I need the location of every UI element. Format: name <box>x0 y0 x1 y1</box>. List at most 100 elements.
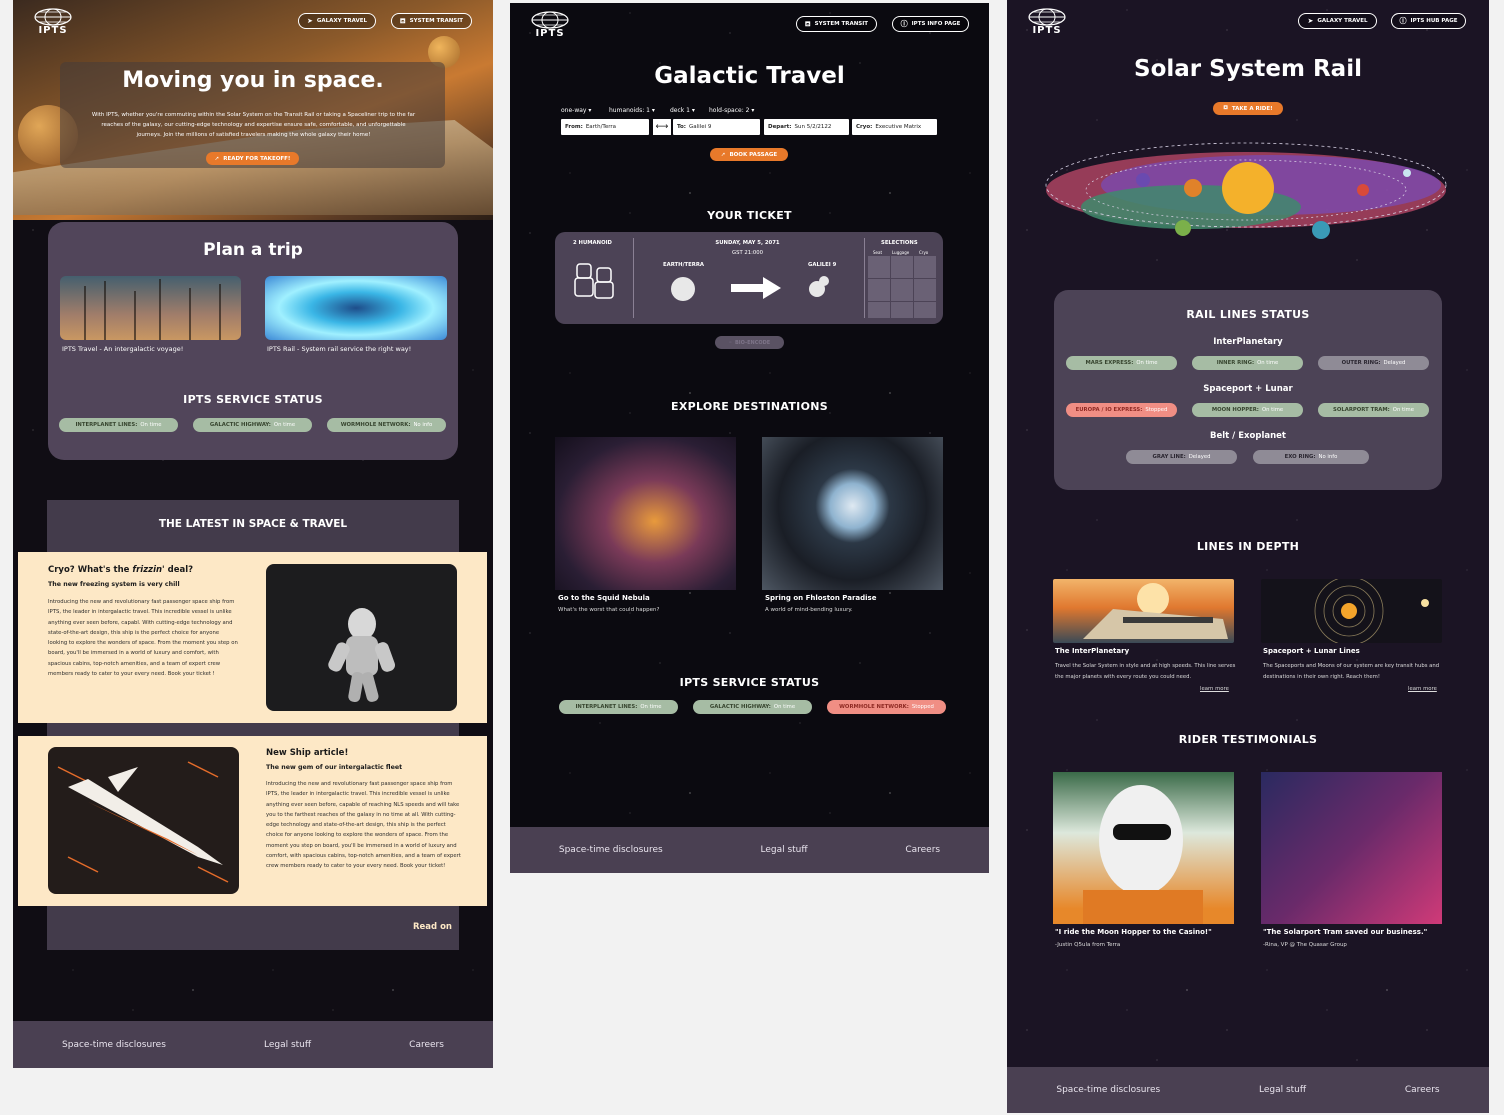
status-interplanet-lines: INTERPLANET LINES: On time <box>59 418 178 432</box>
travel-caption[interactable]: IPTS Travel - An intergalactic voyage! <box>62 345 183 353</box>
footer-link-careers[interactable]: Careers <box>905 845 940 855</box>
spaceport-lunar-image[interactable] <box>1261 579 1442 643</box>
empty-cell[interactable] <box>914 256 936 278</box>
travel-thumbnail[interactable] <box>60 276 241 340</box>
status-interplanet-lines: INTERPLANET LINES: On time <box>559 700 678 714</box>
read-on-link[interactable]: Read on <box>413 922 452 932</box>
rocket-icon: ➚ <box>214 155 220 162</box>
luggage-icon[interactable] <box>891 279 913 301</box>
footer-link-disclosures[interactable]: Space-time disclosures <box>559 845 663 855</box>
status-value: On time <box>1136 360 1158 366</box>
panel-home: IPTS ➤ GALAXY TRAVEL ⛾ SYSTEM TRANSIT Mo… <box>13 0 493 1068</box>
status-inner-ring: INNER RING: On time <box>1192 356 1303 370</box>
testimonials-title: RIDER TESTIMONIALS <box>1178 733 1318 746</box>
status-name: EXO RING: <box>1284 454 1316 460</box>
nav-galaxy-travel[interactable]: ➤ GALAXY TRAVEL <box>298 13 376 29</box>
bio-encode-button[interactable]: ◦ BIO-ENCODE <box>715 336 784 349</box>
to-field[interactable]: To: Galilei 9 <box>673 119 760 135</box>
footer-link-disclosures[interactable]: Space-time disclosures <box>62 1040 166 1050</box>
book-passage-button[interactable]: ➚ BOOK PASSAGE <box>710 148 788 161</box>
nav-galaxy-travel[interactable]: ➤ GALAXY TRAVEL <box>1298 13 1377 29</box>
interplanetary-image[interactable] <box>1053 579 1234 643</box>
ship-image <box>48 747 239 894</box>
nav-system-transit[interactable]: ⛾ SYSTEM TRANSIT <box>391 13 472 29</box>
learn-more-link[interactable]: learn more <box>1200 686 1229 692</box>
logo-text: IPTS <box>535 28 565 39</box>
train-illustration <box>1083 583 1228 639</box>
ready-for-takeoff-button[interactable]: ➚ READY FOR TAKEOFF! <box>206 152 299 165</box>
status-value: No info <box>413 422 433 428</box>
cryo-field[interactable]: Cryo: Executive Matrix <box>852 119 937 135</box>
article-title: Cryo? What's the frizzin' deal? <box>48 565 193 575</box>
plan-trip-card: Plan a trip IPTS Travel - An intergalact… <box>48 222 458 460</box>
ticket-date: SUNDAY, MAY 5, 2071 <box>715 240 780 246</box>
depart-field[interactable]: Depart: Sun 5/2/2122 <box>764 119 849 135</box>
nav-info-page[interactable]: ⓘ IPTS INFO PAGE <box>892 16 969 32</box>
status-name: EUROPA / IO EXPRESS: <box>1075 407 1143 413</box>
article-cryo[interactable]: Cryo? What's the frizzin' deal? The new … <box>18 552 487 723</box>
squid-nebula-image[interactable] <box>555 437 736 590</box>
testimonial-photo-1 <box>1053 772 1234 924</box>
humanoid-count: 2 HUMANOID <box>573 240 612 246</box>
ipts-logo[interactable]: IPTS <box>33 8 73 36</box>
take-a-ride-button[interactable]: ⛾ TAKE A RIDE! <box>1213 102 1283 115</box>
depth-title[interactable]: Spaceport + Lunar Lines <box>1263 647 1360 655</box>
status-name: MOON HOPPER: <box>1211 407 1259 413</box>
nav-system-transit[interactable]: ⛾ SYSTEM TRANSIT <box>796 16 877 32</box>
status-mars-express: MARS EXPRESS: On time <box>1066 356 1177 370</box>
rail-thumbnail[interactable] <box>265 276 447 340</box>
deck-dropdown[interactable]: deck 1 ▾ <box>670 107 695 114</box>
ipts-logo[interactable]: IPTS <box>1027 8 1067 36</box>
selections-label: SELECTIONS <box>881 240 918 246</box>
footer-link-legal[interactable]: Legal stuff <box>1259 1085 1306 1095</box>
nav-label: IPTS INFO PAGE <box>911 21 961 27</box>
footer-link-careers[interactable]: Careers <box>409 1040 444 1050</box>
footer-link-disclosures[interactable]: Space-time disclosures <box>1056 1085 1160 1095</box>
footer-link-careers[interactable]: Careers <box>1405 1085 1440 1095</box>
ipts-logo[interactable]: IPTS <box>530 11 570 39</box>
button-label: BOOK PASSAGE <box>729 151 778 158</box>
depth-body: Travel the Solar System in style and at … <box>1055 663 1236 680</box>
panel-solar-rail: IPTS ➤ GALAXY TRAVEL ⓘ IPTS HUB PAGE Sol… <box>1007 0 1489 1113</box>
empty-cell[interactable] <box>891 302 913 318</box>
button-label: READY FOR TAKEOFF! <box>223 155 291 162</box>
humanoids-icon <box>574 263 614 299</box>
dest-title[interactable]: Go to the Squid Nebula <box>558 594 650 602</box>
humanoids-dropdown[interactable]: humanoids: 1 ▾ <box>609 107 655 114</box>
rail-caption[interactable]: IPTS Rail - System rail service the righ… <box>267 345 411 353</box>
status-wormhole-network: WORMHOLE NETWORK: Stopped <box>827 700 946 714</box>
status-name: INNER RING: <box>1216 360 1255 366</box>
empty-cell[interactable] <box>868 302 890 318</box>
footer-link-legal[interactable]: Legal stuff <box>760 845 807 855</box>
seat-icon[interactable] <box>868 256 890 278</box>
depth-title[interactable]: The InterPlanetary <box>1055 647 1129 655</box>
empty-cell[interactable] <box>891 256 913 278</box>
dest-title[interactable]: Spring on Fhloston Paradise <box>765 594 876 602</box>
explore-title: EXPLORE DESTINATIONS <box>671 400 828 413</box>
article-new-ship[interactable]: New Ship article! The new gem of our int… <box>18 736 487 906</box>
trip-type-dropdown[interactable]: one-way ▾ <box>561 107 591 114</box>
field-label: From: <box>565 124 583 130</box>
status-value: Delayed <box>1383 360 1406 366</box>
arrow-right-icon <box>731 277 781 299</box>
from-field[interactable]: From: Earth/Terra <box>561 119 649 135</box>
panel-galactic-travel: IPTS ⛾ SYSTEM TRANSIT ⓘ IPTS INFO PAGE G… <box>510 3 989 873</box>
footer: Space-time disclosures Legal stuff Caree… <box>1007 1067 1489 1113</box>
swap-icon[interactable]: ⟷ <box>653 119 671 135</box>
learn-more-link[interactable]: learn more <box>1408 686 1437 692</box>
empty-cell[interactable] <box>914 302 936 318</box>
footer-link-legal[interactable]: Legal stuff <box>264 1040 311 1050</box>
title-part: frizzin' <box>132 565 165 575</box>
nav-hub-page[interactable]: ⓘ IPTS HUB PAGE <box>1391 13 1466 29</box>
status-solarport-tram: SOLARPORT TRAM: On time <box>1318 403 1429 417</box>
status-europa-io-express: EUROPA / IO EXPRESS: Stopped <box>1066 403 1177 417</box>
caret-down-icon: ▾ <box>751 107 755 114</box>
cryo-icon[interactable] <box>914 279 936 301</box>
status-value: Stopped <box>1145 407 1168 413</box>
empty-cell[interactable] <box>868 279 890 301</box>
fhloston-paradise-image[interactable] <box>762 437 943 590</box>
status-name: GRAY LINE: <box>1152 454 1186 460</box>
status-outer-ring: OUTER RING: Delayed <box>1318 356 1429 370</box>
title-part: Cryo? What's the <box>48 565 133 575</box>
hold-space-dropdown[interactable]: hold-space: 2 ▾ <box>709 107 754 114</box>
